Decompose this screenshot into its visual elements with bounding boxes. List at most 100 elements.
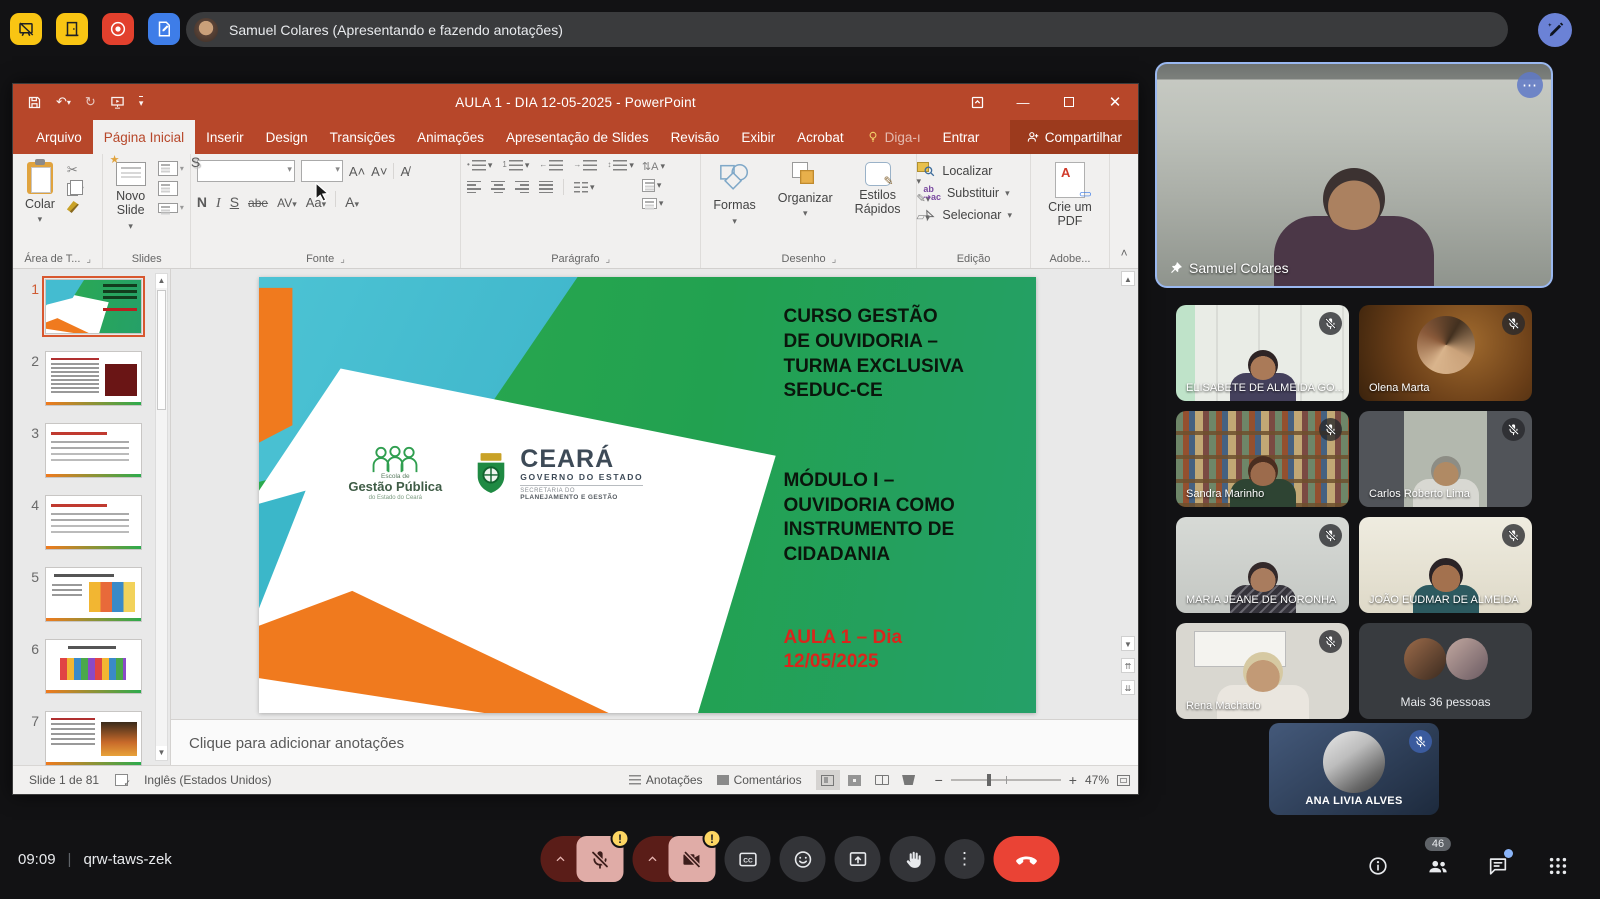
spellcheck-icon[interactable] (115, 774, 128, 786)
more-options-button[interactable]: ⋮ (945, 839, 985, 879)
thumbnail-image[interactable] (45, 639, 142, 694)
tab-exibir[interactable]: Exibir (730, 120, 786, 154)
mic-expand-button[interactable] (541, 836, 581, 882)
powerpoint-title-bar[interactable]: ↶▾ ↻ ▾ AULA 1 - DIA 12-05-2025 - PowerPo… (13, 84, 1138, 120)
slide-canvas[interactable]: CURSO GESTÃO DE OUVIDORIA – TURMA EXCLUS… (259, 277, 1036, 713)
thumbnail-slide-3[interactable]: 3 (23, 423, 170, 478)
thumbnail-image[interactable] (45, 423, 142, 478)
slide-editing-area[interactable]: CURSO GESTÃO DE OUVIDORIA – TURMA EXCLUS… (171, 269, 1138, 719)
shapes-button[interactable]: Formas ▾ (707, 160, 761, 228)
tab-compartilhar[interactable]: Compartilhar (1010, 120, 1138, 154)
new-slide-button[interactable]: Novo Slide ▾ (109, 160, 151, 233)
collapse-ribbon-icon[interactable]: ˄ (1110, 154, 1138, 268)
chat-button[interactable] (1478, 846, 1518, 886)
presenter-pill[interactable]: Samuel Colares (Apresentando e fazendo a… (186, 12, 1508, 47)
select-button[interactable]: Selecionar▾ (923, 208, 1012, 222)
thumbnail-scrollbar[interactable]: ▲ ▼ (155, 273, 168, 761)
present-button[interactable] (835, 836, 881, 882)
align-text-icon[interactable]: ▾ (642, 179, 665, 192)
paragraph-dialog-launcher[interactable]: ⌟ (606, 254, 611, 265)
tile-options-icon[interactable]: ⋯ (1517, 72, 1543, 98)
bullets-icon[interactable]: •▾ (467, 160, 492, 171)
slide-title-text[interactable]: CURSO GESTÃO DE OUVIDORIA – TURMA EXCLUS… (783, 305, 1016, 404)
arrange-button[interactable]: Organizar ▾ (772, 160, 839, 221)
line-spacing-icon[interactable]: ↕▾ (607, 160, 634, 171)
reading-view-button[interactable] (870, 770, 894, 790)
numbering-icon[interactable]: 1▾ (502, 160, 529, 171)
notes-pane[interactable]: Clique para adicionar anotações (171, 719, 1138, 767)
language-status[interactable]: Inglês (Estados Unidos) (144, 773, 271, 787)
align-center-icon[interactable] (491, 181, 505, 193)
reactions-button[interactable] (780, 836, 826, 882)
info-button[interactable] (1358, 846, 1398, 886)
increase-indent-icon[interactable]: → (573, 160, 597, 171)
quick-styles-button[interactable]: Estilos Rápidos (849, 160, 907, 219)
participant-tile-joao[interactable]: JOÃO EUDMAR DE ALMEIDA (1359, 517, 1532, 613)
tab-animacoes[interactable]: Animações (406, 120, 495, 154)
thumbnail-image[interactable] (45, 351, 142, 406)
paste-button[interactable]: Colar ▾ (19, 160, 61, 227)
notes-toggle[interactable]: Anotações (629, 773, 703, 787)
zoom-out-icon[interactable]: − (935, 772, 943, 788)
text-shadow-button[interactable]: S (191, 154, 460, 268)
scroll-up-icon[interactable]: ▲ (156, 274, 167, 288)
participant-tile-olena[interactable]: Olena Marta (1359, 305, 1532, 401)
thumbnail-image[interactable] (45, 567, 142, 622)
zoom-level[interactable]: 47% (1085, 773, 1109, 787)
ribbon-display-options-icon[interactable] (954, 84, 1000, 120)
slide-module-text[interactable]: MÓDULO I – OUVIDORIA COMO INSTRUMENTO DE… (783, 469, 1016, 568)
tab-design[interactable]: Design (255, 120, 319, 154)
undo-icon[interactable]: ↶▾ (56, 94, 71, 110)
pinned-participant-tile[interactable]: ⋯ Samuel Colares (1155, 62, 1553, 288)
copy-icon[interactable]: ▾ (67, 182, 84, 196)
tab-acrobat[interactable]: Acrobat (786, 120, 855, 154)
tab-pagina-inicial[interactable]: Página Inicial (93, 120, 195, 154)
cut-icon[interactable]: ✂ (67, 163, 84, 177)
reset-slide-icon[interactable] (158, 181, 184, 196)
captions-button[interactable]: CC (725, 836, 771, 882)
thumbnail-image[interactable] (45, 495, 142, 550)
participant-tile-ana[interactable]: ANA LIVIA ALVES (1269, 723, 1439, 815)
thumbnail-slide-4[interactable]: 4 (23, 495, 170, 550)
tab-revisao[interactable]: Revisão (660, 120, 731, 154)
thumbnail-image[interactable] (45, 711, 142, 766)
end-call-button[interactable] (994, 836, 1060, 882)
mic-toggle-button[interactable]: ! (577, 836, 624, 882)
slide-sorter-view-button[interactable] (843, 770, 867, 790)
apps-button[interactable] (1538, 846, 1578, 886)
thumbnail-slide-1[interactable]: 1 (23, 279, 170, 334)
columns-icon[interactable]: ▾ (574, 182, 595, 193)
camera-toggle-button[interactable]: ! (669, 836, 716, 882)
zoom-slider[interactable] (951, 779, 1061, 781)
thumbnail-image[interactable] (45, 279, 142, 334)
decrease-indent-icon[interactable]: ← (539, 160, 563, 171)
align-justify-icon[interactable] (539, 181, 553, 193)
thumbnail-slide-7[interactable]: 7 (23, 711, 170, 766)
tab-arquivo[interactable]: Arquivo (25, 120, 93, 154)
scroll-up-icon[interactable]: ▲ (1121, 271, 1135, 286)
text-direction-icon[interactable]: ⇅A▾ (642, 160, 665, 173)
section-icon[interactable]: ▾ (158, 201, 184, 215)
scroll-down-icon[interactable]: ▼ (156, 746, 167, 760)
slideshow-view-button[interactable] (897, 770, 921, 790)
maximize-button[interactable] (1046, 84, 1092, 120)
scroll-down-icon[interactable]: ▼ (1121, 636, 1135, 651)
slideshow-icon[interactable] (110, 95, 125, 110)
participant-tile-sandra[interactable]: Sandra Marinho (1176, 411, 1349, 507)
normal-view-button[interactable] (816, 770, 840, 790)
previous-slide-icon[interactable]: ⇈ (1121, 658, 1135, 673)
tab-transicoes[interactable]: Transições (319, 120, 407, 154)
find-button[interactable]: Localizar (923, 164, 1012, 178)
camera-expand-button[interactable] (633, 836, 673, 882)
create-pdf-button[interactable]: Crie um PDF (1037, 160, 1104, 231)
door-icon[interactable] (56, 13, 88, 45)
redo-icon[interactable]: ↻ (85, 94, 96, 110)
board-slash-icon[interactable] (10, 13, 42, 45)
close-button[interactable]: ✕ (1092, 84, 1138, 120)
tab-inserir[interactable]: Inserir (195, 120, 255, 154)
annotate-button[interactable] (1538, 13, 1572, 47)
thumbnail-slide-6[interactable]: 6 (23, 639, 170, 694)
comments-toggle[interactable]: Comentários (717, 773, 802, 787)
record-icon[interactable] (102, 13, 134, 45)
slide-date-text[interactable]: AULA 1 – Dia 12/05/2025 (783, 626, 1016, 675)
